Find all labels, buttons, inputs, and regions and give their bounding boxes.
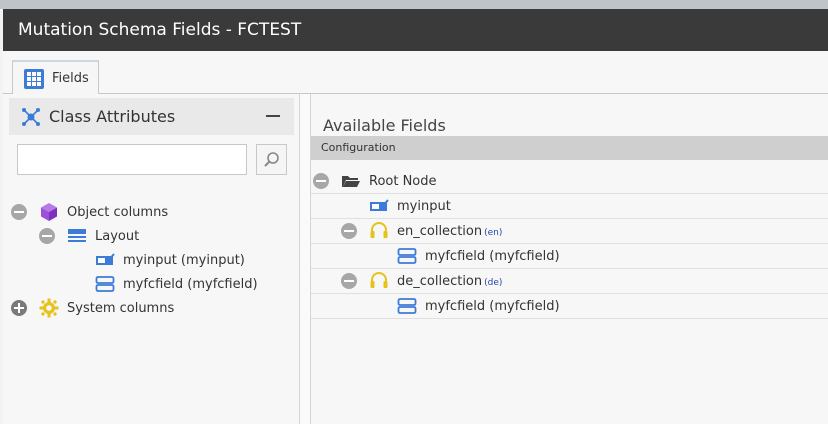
panel-title: Available Fields [323,116,446,135]
collapse-icon[interactable] [266,115,280,117]
class-attributes-panel: Class Attributes Object columns Layout m… [3,94,300,424]
input-icon [95,250,115,270]
tree-item-label: myfcfield (myfcfield) [425,298,560,314]
tree-item-system-columns[interactable]: System columns [11,297,174,319]
collapse-toggle-icon[interactable] [341,273,357,289]
search-button[interactable] [256,144,287,175]
background-window-strip [0,0,828,9]
hub-icon [21,107,41,127]
folder-open-icon [341,171,361,191]
collapse-toggle-icon[interactable] [341,223,357,239]
dialog-window: Mutation Schema Fields - FCTEST Fields C… [3,9,828,424]
search-icon [262,150,282,170]
grid-icon [24,68,44,89]
tree-item-layout[interactable]: Layout [39,225,139,247]
tree-item-label: Layout [95,228,140,244]
headset-icon [369,271,389,291]
tree-item-label: myinput [397,198,451,214]
available-fields-panel: Available Fields Configuration Root Node [310,94,828,424]
tab-label: Fields [52,71,89,86]
tab-bar: Fields [3,51,828,95]
collapse-toggle-icon[interactable] [11,204,27,220]
cube-icon [39,202,59,222]
tab-fields[interactable]: Fields [12,60,99,95]
tree-item-myinput[interactable]: myinput (myinput) [95,249,245,271]
tree-item-label: System columns [67,300,175,316]
tree-row-root-node[interactable]: Root Node [311,169,828,194]
language-tag: (en) [484,228,503,238]
tree-item-object-columns[interactable]: Object columns [11,201,168,223]
collapse-toggle-icon[interactable] [39,228,55,244]
language-tag: (de) [484,278,503,288]
class-attributes-header: Class Attributes [9,98,294,135]
input-icon [369,196,389,216]
tree-row-en-collection[interactable]: en_collection (en) [311,219,828,244]
panel-splitter[interactable] [303,94,307,424]
tree-item-label: Root Node [369,173,437,189]
tree-row-myfcfield-de[interactable]: myfcfield (myfcfield) [311,294,828,319]
tree-item-label: myfcfield (myfcfield) [425,248,560,264]
expand-toggle-icon[interactable] [11,300,27,316]
column-header-configuration[interactable]: Configuration [311,136,828,160]
panel-title: Class Attributes [49,107,176,126]
window-title: Mutation Schema Fields - FCTEST [3,9,828,51]
search-input[interactable] [17,144,247,175]
gear-icon [39,298,59,318]
headset-icon [369,221,389,241]
tree-item-label: en_collection [397,223,483,239]
fieldcollection-icon [95,274,115,294]
tree-item-myfcfield[interactable]: myfcfield (myfcfield) [95,273,258,295]
tree-item-label: myinput (myinput) [123,252,245,268]
tree-row-myinput[interactable]: myinput [311,194,828,219]
tree-item-label: myfcfield (myfcfield) [123,276,258,292]
fieldcollection-icon [397,246,417,266]
tree-item-label: de_collection [397,273,483,289]
tree-row-de-collection[interactable]: de_collection (de) [311,269,828,294]
tree-item-label: Object columns [67,204,169,220]
collapse-toggle-icon[interactable] [313,173,329,189]
layout-icon [67,226,87,246]
tree-row-myfcfield-en[interactable]: myfcfield (myfcfield) [311,244,828,269]
fieldcollection-icon [397,296,417,316]
